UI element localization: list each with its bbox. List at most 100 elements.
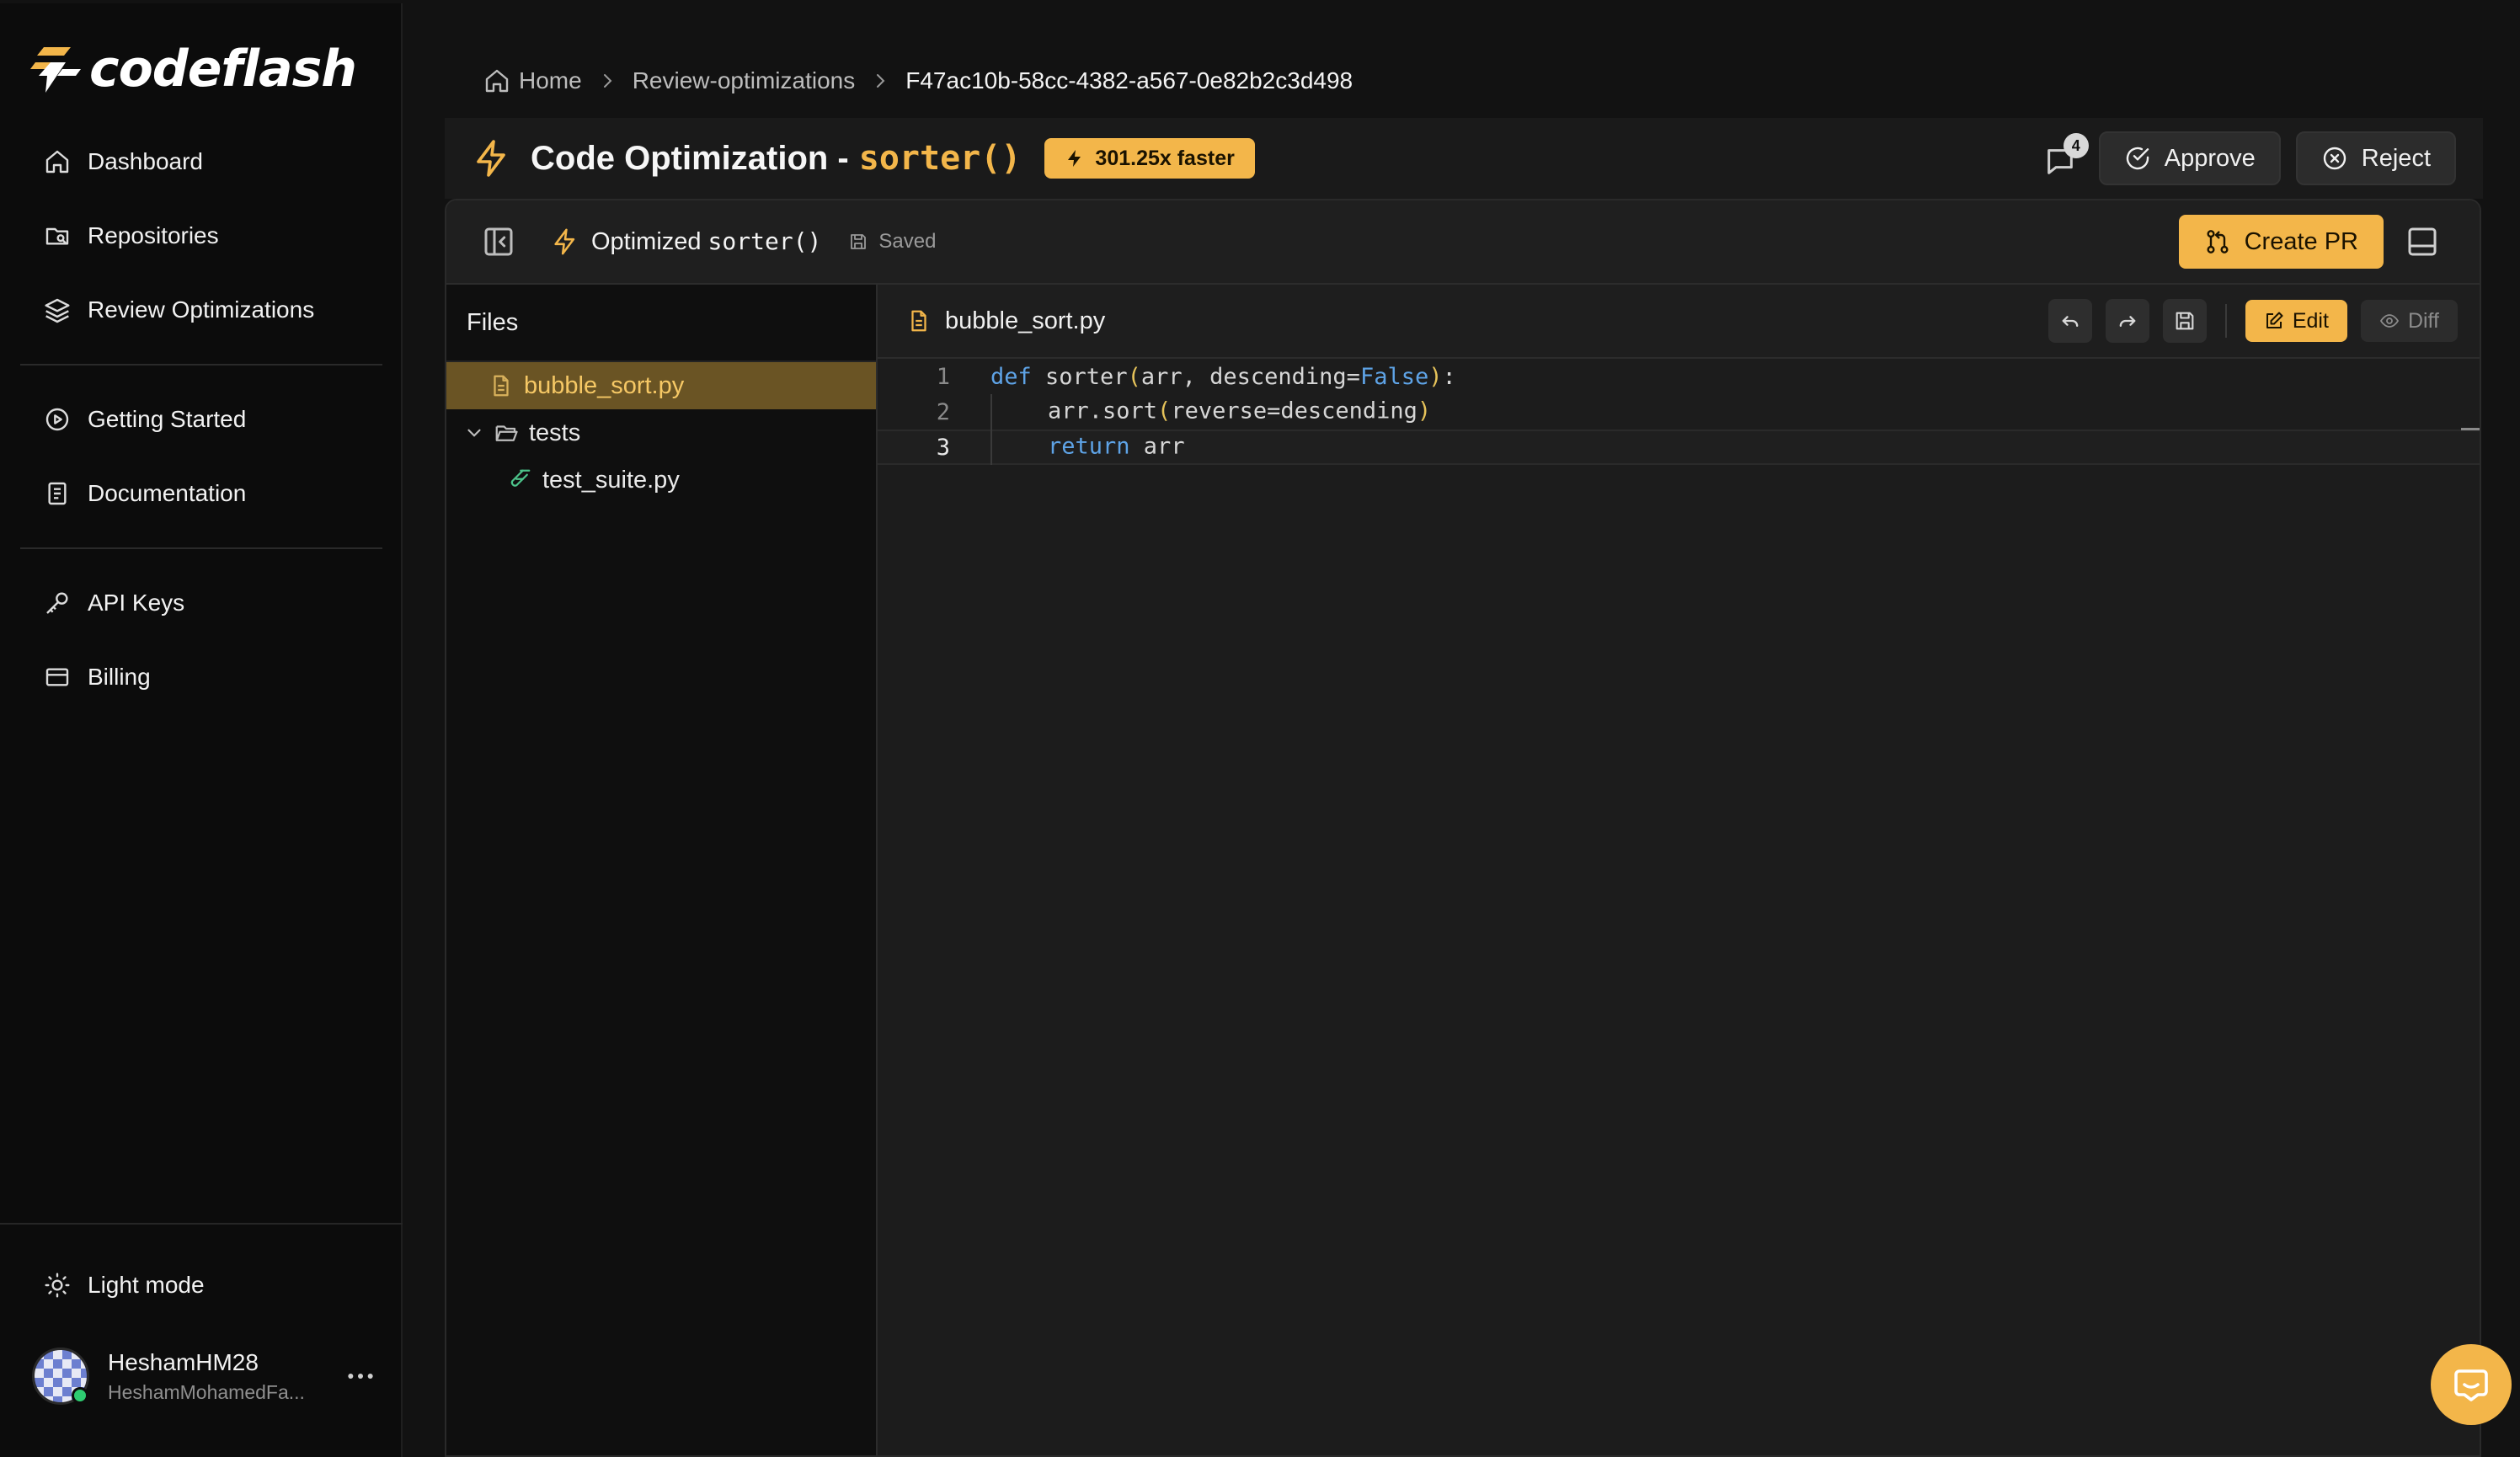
codeflash-logo[interactable]: codeflash	[25, 40, 357, 99]
sidebar-divider	[20, 364, 382, 366]
indent-guide	[990, 394, 1048, 430]
code-editor[interactable]: bubble_sort.py Edit Diff 1 def sorter(ar…	[878, 285, 2480, 1455]
code-line[interactable]: 2 arr.sort(reverse=descending)	[878, 394, 2480, 430]
code-token: (	[1157, 398, 1172, 424]
sidebar-item-api-keys[interactable]: API Keys	[20, 566, 382, 640]
play-circle-icon	[44, 406, 71, 433]
code-lines[interactable]: 1 def sorter(arr, descending=False): 2 a…	[878, 359, 2480, 465]
approve-button[interactable]: Approve	[2098, 131, 2281, 185]
light-mode-label: Light mode	[88, 1272, 205, 1298]
code-line-current[interactable]: 3 return arr	[878, 430, 2480, 465]
sidebar-item-label: Getting Started	[88, 406, 247, 432]
folder-name: tests	[529, 419, 581, 446]
user-info: HeshamHM28 HeshamMohamedFa...	[108, 1349, 344, 1404]
undo-button[interactable]	[2048, 299, 2092, 343]
reject-button-label: Reject	[2361, 144, 2431, 172]
save-icon	[848, 232, 868, 252]
chevron-right-icon	[597, 71, 617, 91]
diff-mode-label: Diff	[2407, 308, 2439, 333]
breadcrumb-home[interactable]: Home	[483, 67, 582, 94]
reject-button[interactable]: Reject	[2295, 131, 2456, 185]
breadcrumb-home-label: Home	[519, 67, 582, 93]
optimized-title-text: Optimized	[591, 228, 702, 255]
test-tube-icon	[507, 467, 532, 493]
header-actions: 4 Approve Reject	[2040, 131, 2456, 185]
speedup-badge: 301.25x faster	[1044, 138, 1255, 179]
sidebar-toggle-icon[interactable]	[482, 225, 515, 259]
key-icon	[44, 590, 71, 616]
file-name: bubble_sort.py	[524, 371, 685, 399]
user-profile[interactable]: HeshamHM28 HeshamMohamedFa...	[32, 1341, 377, 1412]
home-icon	[483, 67, 510, 94]
check-circle-icon	[2124, 145, 2151, 172]
file-tree-item-bubble-sort[interactable]: bubble_sort.py	[446, 362, 876, 409]
chat-icon	[2451, 1364, 2491, 1405]
book-icon	[44, 480, 71, 507]
home-icon	[44, 148, 71, 175]
code-line[interactable]: 1 def sorter(arr, descending=False):	[878, 359, 2480, 394]
code-token: arr, descending=	[1140, 363, 1360, 390]
optimized-title: Optimized sorter()	[591, 227, 821, 256]
sidebar-item-label: Dashboard	[88, 148, 203, 174]
edit-mode-button[interactable]: Edit	[2245, 300, 2347, 342]
sidebar: codeflash Dashboard Repositories Review …	[0, 3, 403, 1457]
avatar	[32, 1348, 89, 1405]
code-token: def	[990, 363, 1032, 390]
more-options-icon[interactable]	[344, 1359, 377, 1393]
code-token: :	[1442, 363, 1456, 390]
line-number: 1	[936, 363, 950, 390]
page-title: Code Optimization - sorter()	[531, 139, 1021, 178]
light-mode-nav: Light mode	[20, 1248, 382, 1322]
panel-bottom-icon[interactable]	[2405, 225, 2439, 259]
user-name: HeshamHM28	[108, 1348, 259, 1375]
lightning-icon	[551, 227, 579, 256]
sidebar-item-label: Billing	[88, 664, 151, 690]
speedup-badge-label: 301.25x faster	[1095, 146, 1235, 170]
code-line-text: def sorter(arr, descending=False):	[990, 364, 1456, 390]
saved-status: Saved	[848, 230, 936, 254]
code-line-text: arr.sort(reverse=descending)	[990, 394, 1431, 430]
sidebar-item-review-optimizations[interactable]: Review Optimizations	[20, 273, 382, 347]
file-tree-item-test-suite[interactable]: test_suite.py	[446, 456, 876, 504]
line-number: 2	[936, 398, 950, 425]
code-token: )	[1428, 363, 1443, 390]
chevron-down-icon[interactable]	[463, 422, 485, 444]
sidebar-item-label: API Keys	[88, 590, 185, 616]
eye-icon	[2379, 311, 2400, 331]
chevron-right-icon	[870, 71, 890, 91]
sidebar-item-billing[interactable]: Billing	[20, 640, 382, 714]
sidebar-item-repositories[interactable]: Repositories	[20, 199, 382, 273]
sidebar-item-documentation[interactable]: Documentation	[20, 456, 382, 531]
light-mode-toggle[interactable]: Light mode	[20, 1248, 382, 1322]
online-status-dot	[72, 1387, 88, 1404]
sidebar-item-getting-started[interactable]: Getting Started	[20, 382, 382, 456]
redo-button[interactable]	[2105, 299, 2149, 343]
sun-icon	[44, 1272, 71, 1299]
create-pr-button[interactable]: Create PR	[2178, 215, 2384, 269]
redo-icon	[2116, 309, 2139, 333]
save-button[interactable]	[2162, 299, 2207, 343]
code-token: )	[1417, 398, 1432, 424]
code-token: reverse=descending	[1171, 398, 1418, 424]
code-token: sorter	[1031, 363, 1128, 390]
sidebar-nav: Dashboard Repositories Review Optimizati…	[20, 125, 382, 714]
create-pr-label: Create PR	[2244, 227, 2358, 255]
files-header: Files	[446, 285, 876, 362]
toolbar-divider	[2224, 304, 2227, 338]
lightning-icon	[1065, 148, 1085, 168]
layers-icon	[44, 296, 71, 323]
indent-guide	[990, 430, 1048, 465]
optimized-title-function: sorter()	[707, 227, 822, 255]
sidebar-item-label: Review Optimizations	[88, 296, 315, 323]
file-tree-folder-tests[interactable]: tests	[446, 409, 876, 456]
page-title-function: sorter()	[858, 139, 1022, 178]
diff-mode-button[interactable]: Diff	[2360, 300, 2458, 342]
code-token: return	[1048, 433, 1130, 460]
breadcrumb-current: F47ac10b-58cc-4382-a567-0e82b2c3d498	[905, 67, 1353, 93]
git-pull-request-icon	[2204, 228, 2231, 255]
sidebar-item-dashboard[interactable]: Dashboard	[20, 125, 382, 199]
comments-button[interactable]: 4	[2040, 133, 2089, 180]
breadcrumb-review-optimizations[interactable]: Review-optimizations	[633, 67, 856, 94]
chat-launcher-button[interactable]	[2431, 1344, 2512, 1425]
scrollbar-marker[interactable]	[2461, 428, 2480, 430]
